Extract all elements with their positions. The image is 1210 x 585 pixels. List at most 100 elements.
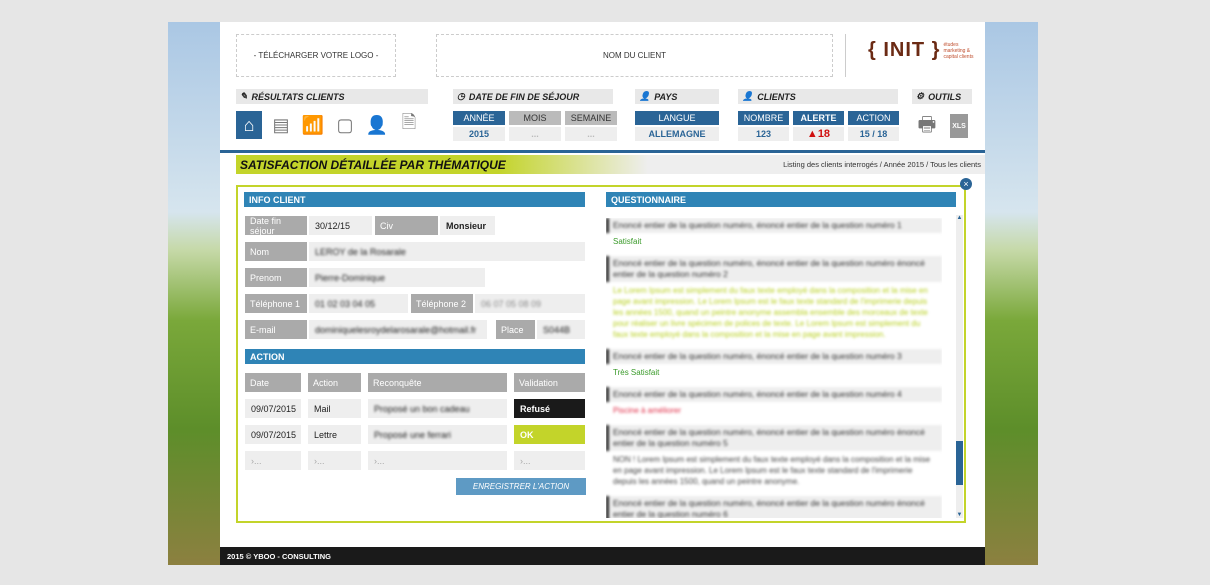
tab-semaine[interactable]: SEMAINE (565, 111, 617, 125)
divider (845, 34, 846, 77)
divider (220, 150, 985, 153)
row2-action[interactable]: Lettre (308, 425, 361, 444)
alerte-value[interactable]: ▲ 18 (793, 127, 844, 141)
alerte-count: 18 (817, 128, 831, 140)
tel1-value: 01 02 03 04 05 (315, 298, 376, 309)
tel2-value: 06 07 05 08 09 (481, 298, 542, 309)
gear-icon: ⚙ (916, 91, 925, 101)
page-title: SATISFACTION DÉTAILLÉE PAR THÉMATIQUE (240, 158, 506, 172)
questionnaire-list: Enoncé entier de la question numéro, éno… (606, 218, 942, 518)
semaine-value[interactable]: ... (565, 127, 617, 141)
row2-status-ok[interactable]: OK (514, 425, 585, 444)
clients-title: CLIENTS (757, 91, 796, 102)
question-text: Enoncé entier de la question numéro, éno… (606, 425, 942, 451)
save-action-button[interactable]: ENREGISTRER L'ACTION (456, 478, 586, 495)
close-icon[interactable]: × (960, 178, 972, 190)
newspaper-icon[interactable]: ▤ (268, 111, 294, 139)
question-text: Enoncé entier de la question numéro, éno… (606, 349, 942, 364)
edit-icon: ✎ (240, 91, 248, 101)
row3-reconquete[interactable]: ›... (368, 451, 507, 470)
certificate-icon[interactable]: 🗎 (396, 111, 422, 139)
pays-title: PAYS (654, 91, 678, 102)
nombre-value[interactable]: 123 (738, 127, 789, 141)
tel1-label: Téléphone 1 (245, 294, 307, 313)
user-icon[interactable]: 👤 (364, 111, 390, 139)
col-date: Date (245, 373, 301, 392)
answer-text: Le Lorem Ipsum est simplement du faux te… (613, 286, 928, 339)
footer: 2015 © YBOO - CONSULTING (220, 547, 985, 565)
tel1-field[interactable]: 01 02 03 04 05 (309, 294, 408, 313)
tab-annee[interactable]: ANNÉE (453, 111, 505, 125)
scrollbar[interactable]: ▲ ▼ (956, 215, 963, 518)
pays-header: 👤 PAYS (635, 89, 719, 104)
user-icon: 👤 (742, 91, 754, 101)
civ-label: Civ (375, 216, 438, 235)
scroll-down-icon[interactable]: ▼ (956, 512, 963, 518)
action-header: ACTION (245, 349, 585, 364)
row1-reconquete[interactable]: Proposé un bon cadeau (368, 399, 507, 418)
comment-icon[interactable]: ▢ (332, 111, 358, 139)
question-item: Enoncé entier de la question numéro, éno… (606, 218, 942, 250)
warning-icon: ▲ (806, 128, 818, 140)
chart-icon[interactable]: 📶 (300, 111, 326, 139)
mois-value[interactable]: ... (509, 127, 561, 141)
row1-status-refuse[interactable]: Refusé (514, 399, 585, 418)
logo-upload[interactable]: - TÉLÉCHARGER VOTRE LOGO - (236, 34, 396, 77)
scrollbar-thumb[interactable] (956, 441, 963, 485)
question-item: Enoncé entier de la question numéro, éno… (606, 425, 942, 490)
xls-export-icon[interactable]: XLS (950, 114, 968, 138)
answer-text: Satisfait (613, 237, 642, 246)
questionnaire-header: QUESTIONNAIRE (606, 192, 956, 207)
brand-mark: { INIT } (868, 39, 941, 61)
row2-date[interactable]: 09/07/2015 (245, 425, 301, 444)
home-icon[interactable]: ⌂ (236, 111, 262, 139)
row2-reconquete[interactable]: Proposé une ferrari (368, 425, 507, 444)
tab-langue[interactable]: LANGUE (635, 111, 719, 125)
tab-nombre[interactable]: NOMBRE (738, 111, 789, 125)
row3-validation[interactable]: ›... (514, 451, 585, 470)
annee-value[interactable]: 2015 (453, 127, 505, 141)
nom-value: LEROY de la Rosarale (315, 246, 406, 257)
row1-action[interactable]: Mail (308, 399, 361, 418)
email-field[interactable]: dominiquelesroydelarosarale@hotmail.fr (309, 320, 487, 339)
prenom-label: Prenom (245, 268, 307, 287)
client-name: NOM DU CLIENT (436, 34, 833, 77)
title-bar: SATISFACTION DÉTAILLÉE PAR THÉMATIQUE Li… (236, 155, 985, 174)
question-item: Enoncé entier de la question numéro, éno… (606, 387, 942, 419)
question-item: Enoncé entier de la question numéro, éno… (606, 349, 942, 381)
email-label: E-mail (245, 320, 307, 339)
tab-alerte[interactable]: ALERTE (793, 111, 844, 125)
nom-field[interactable]: LEROY de la Rosarale (309, 242, 585, 261)
brand-tagline: études marketing & capital clients (943, 41, 974, 60)
question-text: Enoncé entier de la question numéro, éno… (606, 387, 942, 402)
resultats-title: RÉSULTATS CLIENTS (251, 91, 345, 102)
prenom-field[interactable]: Pierre-Dominique (309, 268, 485, 287)
breadcrumb[interactable]: Listing des clients interrogés / Année 2… (783, 160, 981, 169)
civ-field[interactable]: Monsieur (440, 216, 495, 235)
print-icon[interactable]: 🖶 (914, 113, 940, 141)
tab-action[interactable]: ACTION (848, 111, 899, 125)
question-item: Enoncé entier de la question numéro, éno… (606, 496, 942, 518)
tab-mois[interactable]: MOIS (509, 111, 561, 125)
answer-text: NON ! Lorem Ipsum est simplement du faux… (613, 455, 931, 486)
question-item: Enoncé entier de la question numéro, éno… (606, 256, 942, 343)
tel2-field[interactable]: 06 07 05 08 09 (475, 294, 585, 313)
row3-date[interactable]: ›... (245, 451, 301, 470)
langue-value[interactable]: ALLEMAGNE (635, 127, 719, 141)
email-value: dominiquelesroydelarosarale@hotmail.fr (315, 324, 477, 335)
date-field[interactable]: 30/12/15 (309, 216, 372, 235)
action-value[interactable]: 15 / 18 (848, 127, 899, 141)
tel2-label: Téléphone 2 (411, 294, 473, 313)
answer-text: Piscine à améliorer (613, 406, 682, 415)
col-action: Action (308, 373, 361, 392)
row1-reconquete-text: Proposé un bon cadeau (374, 403, 470, 414)
place-field[interactable]: S044B (537, 320, 585, 339)
main-panel: - TÉLÉCHARGER VOTRE LOGO - NOM DU CLIENT… (220, 22, 985, 565)
place-value: S044B (543, 324, 571, 335)
row3-action[interactable]: ›... (308, 451, 361, 470)
scroll-up-icon[interactable]: ▲ (956, 215, 963, 221)
user-icon: 👤 (639, 91, 651, 101)
row1-date[interactable]: 09/07/2015 (245, 399, 301, 418)
question-text: Enoncé entier de la question numéro, éno… (606, 496, 942, 518)
outils-title: OUTILS (928, 91, 962, 102)
